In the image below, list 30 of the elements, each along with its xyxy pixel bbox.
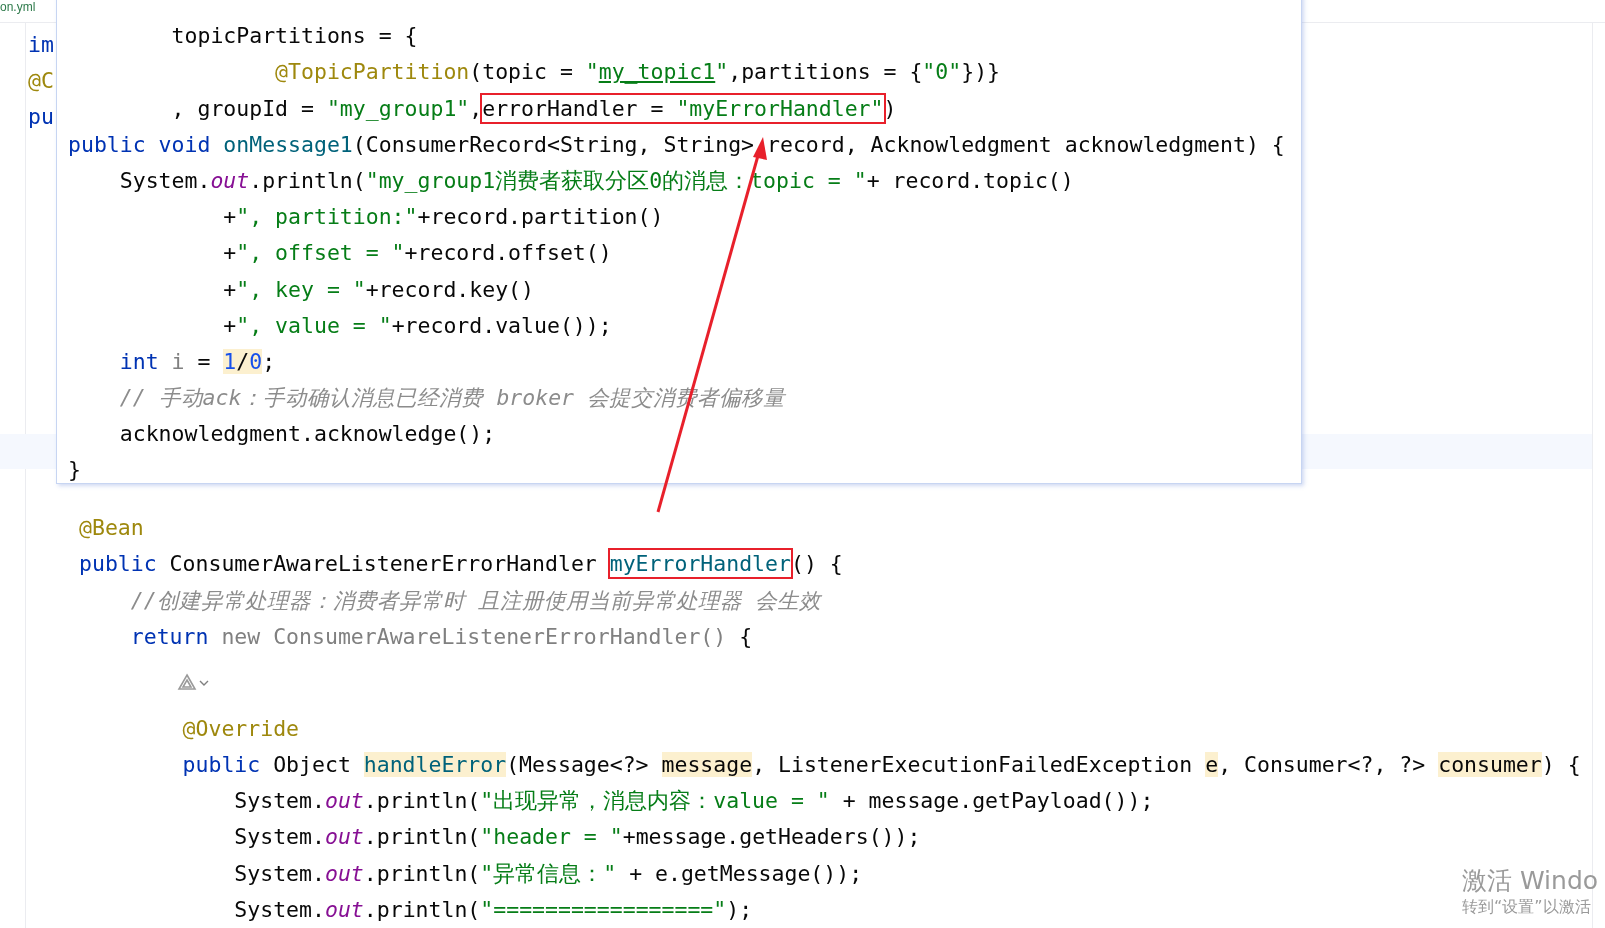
- code-line: System.out.println("my_group1消费者获取分区0的消息：topic = "+ record.topic(): [118, 166, 1074, 195]
- code-line: public ConsumerAwareListenerErrorHandler myErrorHandler() {: [79, 546, 843, 583]
- code-line: return new ConsumerAwareListenerErrorHandler() {: [129, 622, 753, 651]
- code-line: @Override: [181, 714, 300, 743]
- file-tab[interactable]: on.yml: [0, 0, 36, 14]
- code-line: +", partition:"+record.partition(): [222, 203, 664, 232]
- activation-notice-text: 转到“设置”以激活: [1462, 896, 1592, 918]
- code-line: int i = 1/0;: [118, 347, 276, 376]
- code-line: @TopicPartition(topic = "my_topic1",partitions = {"0"})}: [274, 58, 1001, 87]
- code-line: //创建异常处理器：消费者异常时 且注册使用当前异常处理器 会生效: [129, 586, 821, 615]
- code-line: +", offset = "+record.offset(): [222, 239, 612, 268]
- code-line: , groupId = "my_group1",errorHandler = "myErrorHandler"): [68, 90, 897, 127]
- code-line: @Bean: [79, 514, 144, 543]
- triangle-arrows-icon[interactable]: [177, 672, 197, 693]
- code-fragment: im: [28, 31, 54, 59]
- code-line: System.out.println("=================");: [233, 895, 753, 924]
- code-line: System.out.println("header = "+message.getHeaders());: [233, 823, 921, 852]
- code-fragment: pu: [28, 103, 54, 132]
- code-line: +", value = "+record.value());: [222, 311, 612, 340]
- activation-notice-title: 激活 Windo: [1462, 866, 1599, 896]
- code-line: acknowledgment.acknowledge();: [118, 420, 496, 449]
- code-line: topicPartitions = {: [170, 22, 418, 51]
- code-line: System.out.println("异常信息：" + e.getMessage());: [233, 859, 863, 888]
- code-line: public void onMessage1(ConsumerRecord<String, String> record, Acknowledgment acknowledgment) {: [68, 130, 1285, 159]
- code-line: System.out.println("出现异常，消息内容：value = " + message.getPayload());: [233, 787, 1154, 816]
- code-line: }: [68, 456, 81, 485]
- chevron-down-icon[interactable]: [199, 678, 209, 687]
- code-fragment: @C: [28, 67, 54, 96]
- code-line: +", key = "+record.key(): [222, 275, 534, 304]
- code-line: public Object handleError(Message<?> message, ListenerExecutionFailedException e, Consumer<?, ?> consumer) {: [181, 751, 1581, 780]
